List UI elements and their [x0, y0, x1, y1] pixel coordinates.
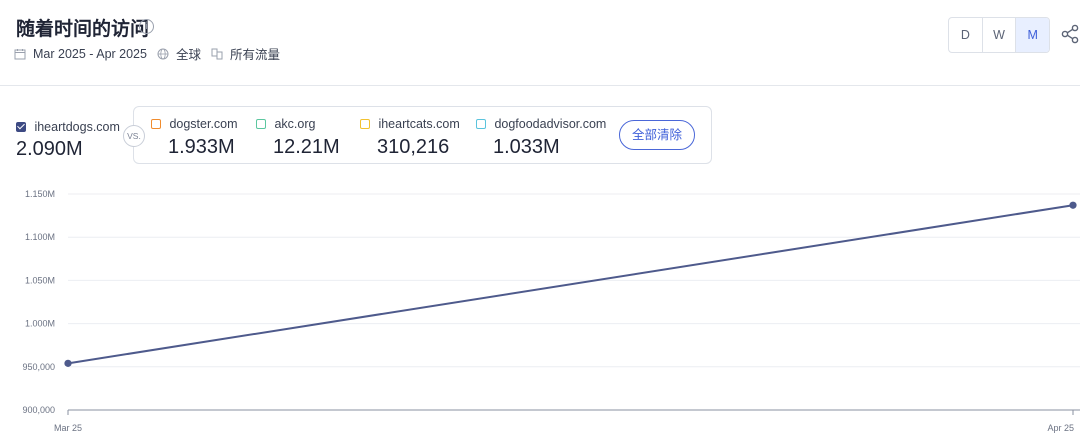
x-tick-label: Mar 25 [54, 423, 82, 433]
y-tick-label: 1.000M [25, 319, 55, 329]
y-tick-label: 1.050M [25, 275, 55, 285]
x-tick-label: Apr 25 [1047, 423, 1074, 433]
y-tick-label: 1.150M [25, 189, 55, 199]
y-tick-label: 1.100M [25, 232, 55, 242]
vs-badge: VS. [123, 125, 145, 147]
data-point [1069, 201, 1077, 209]
line-chart: 900,000 950,000 1.000M 1.050M 1.100M 1.150M Ma… [22, 189, 1080, 433]
data-point [64, 359, 72, 367]
y-tick-label: 900,000 [22, 405, 55, 415]
y-tick-label: 950,000 [22, 362, 55, 372]
series-line [67, 204, 1074, 365]
